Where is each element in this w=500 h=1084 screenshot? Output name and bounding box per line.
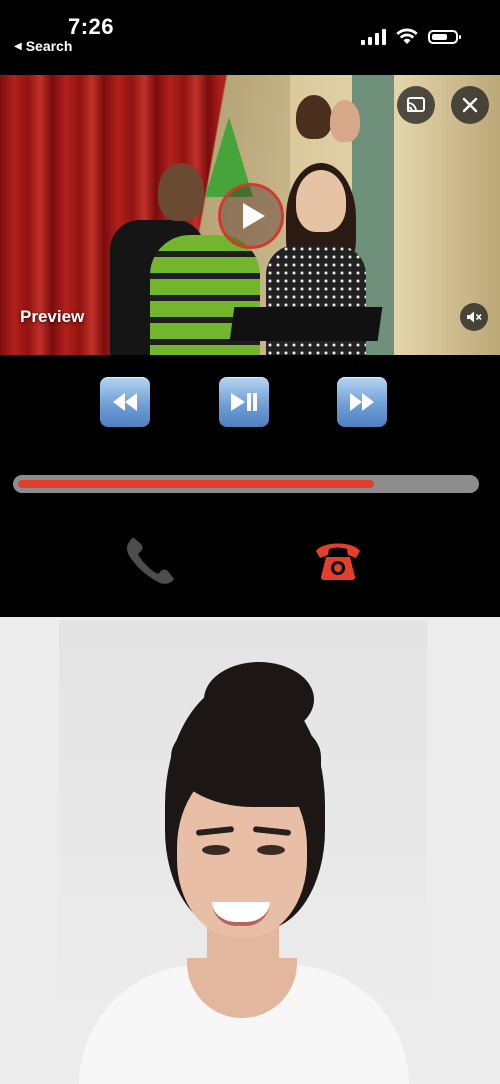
wifi-icon bbox=[396, 28, 418, 44]
back-arrow-icon: ◀ bbox=[14, 40, 22, 52]
mute-icon[interactable] bbox=[460, 303, 488, 331]
video-preview[interactable]: Preview bbox=[0, 75, 500, 355]
progress-fill bbox=[18, 480, 374, 488]
status-icons bbox=[361, 28, 461, 45]
scene-person bbox=[158, 163, 204, 221]
play-pause-icon[interactable] bbox=[219, 377, 269, 427]
caller-photo-area bbox=[0, 617, 500, 1084]
rewind-icon[interactable] bbox=[100, 377, 150, 427]
hang-up-phone-icon[interactable] bbox=[313, 539, 363, 581]
cast-icon[interactable] bbox=[397, 86, 435, 124]
scene-person bbox=[296, 170, 346, 232]
battery-icon bbox=[428, 29, 461, 44]
battery-level bbox=[432, 33, 447, 40]
status-time: 7:26 bbox=[68, 14, 115, 39]
phone-receiver-icon[interactable] bbox=[122, 535, 178, 587]
progress-bar[interactable] bbox=[13, 475, 479, 493]
caller-photo bbox=[59, 620, 427, 1084]
scene-music-stand bbox=[229, 307, 383, 341]
scene-person bbox=[296, 95, 332, 139]
back-label: Search bbox=[25, 38, 73, 54]
back-to-search-link[interactable]: ◀ Search bbox=[14, 38, 72, 54]
status-bar: 7:26 ◀ Search bbox=[0, 0, 500, 75]
playback-controls bbox=[0, 355, 500, 617]
preview-label: Preview bbox=[20, 307, 85, 326]
fast-forward-icon[interactable] bbox=[337, 377, 387, 427]
close-icon[interactable] bbox=[451, 86, 489, 124]
scene-person bbox=[330, 100, 360, 142]
cellular-signal-icon bbox=[361, 28, 386, 45]
play-icon[interactable] bbox=[218, 183, 284, 249]
